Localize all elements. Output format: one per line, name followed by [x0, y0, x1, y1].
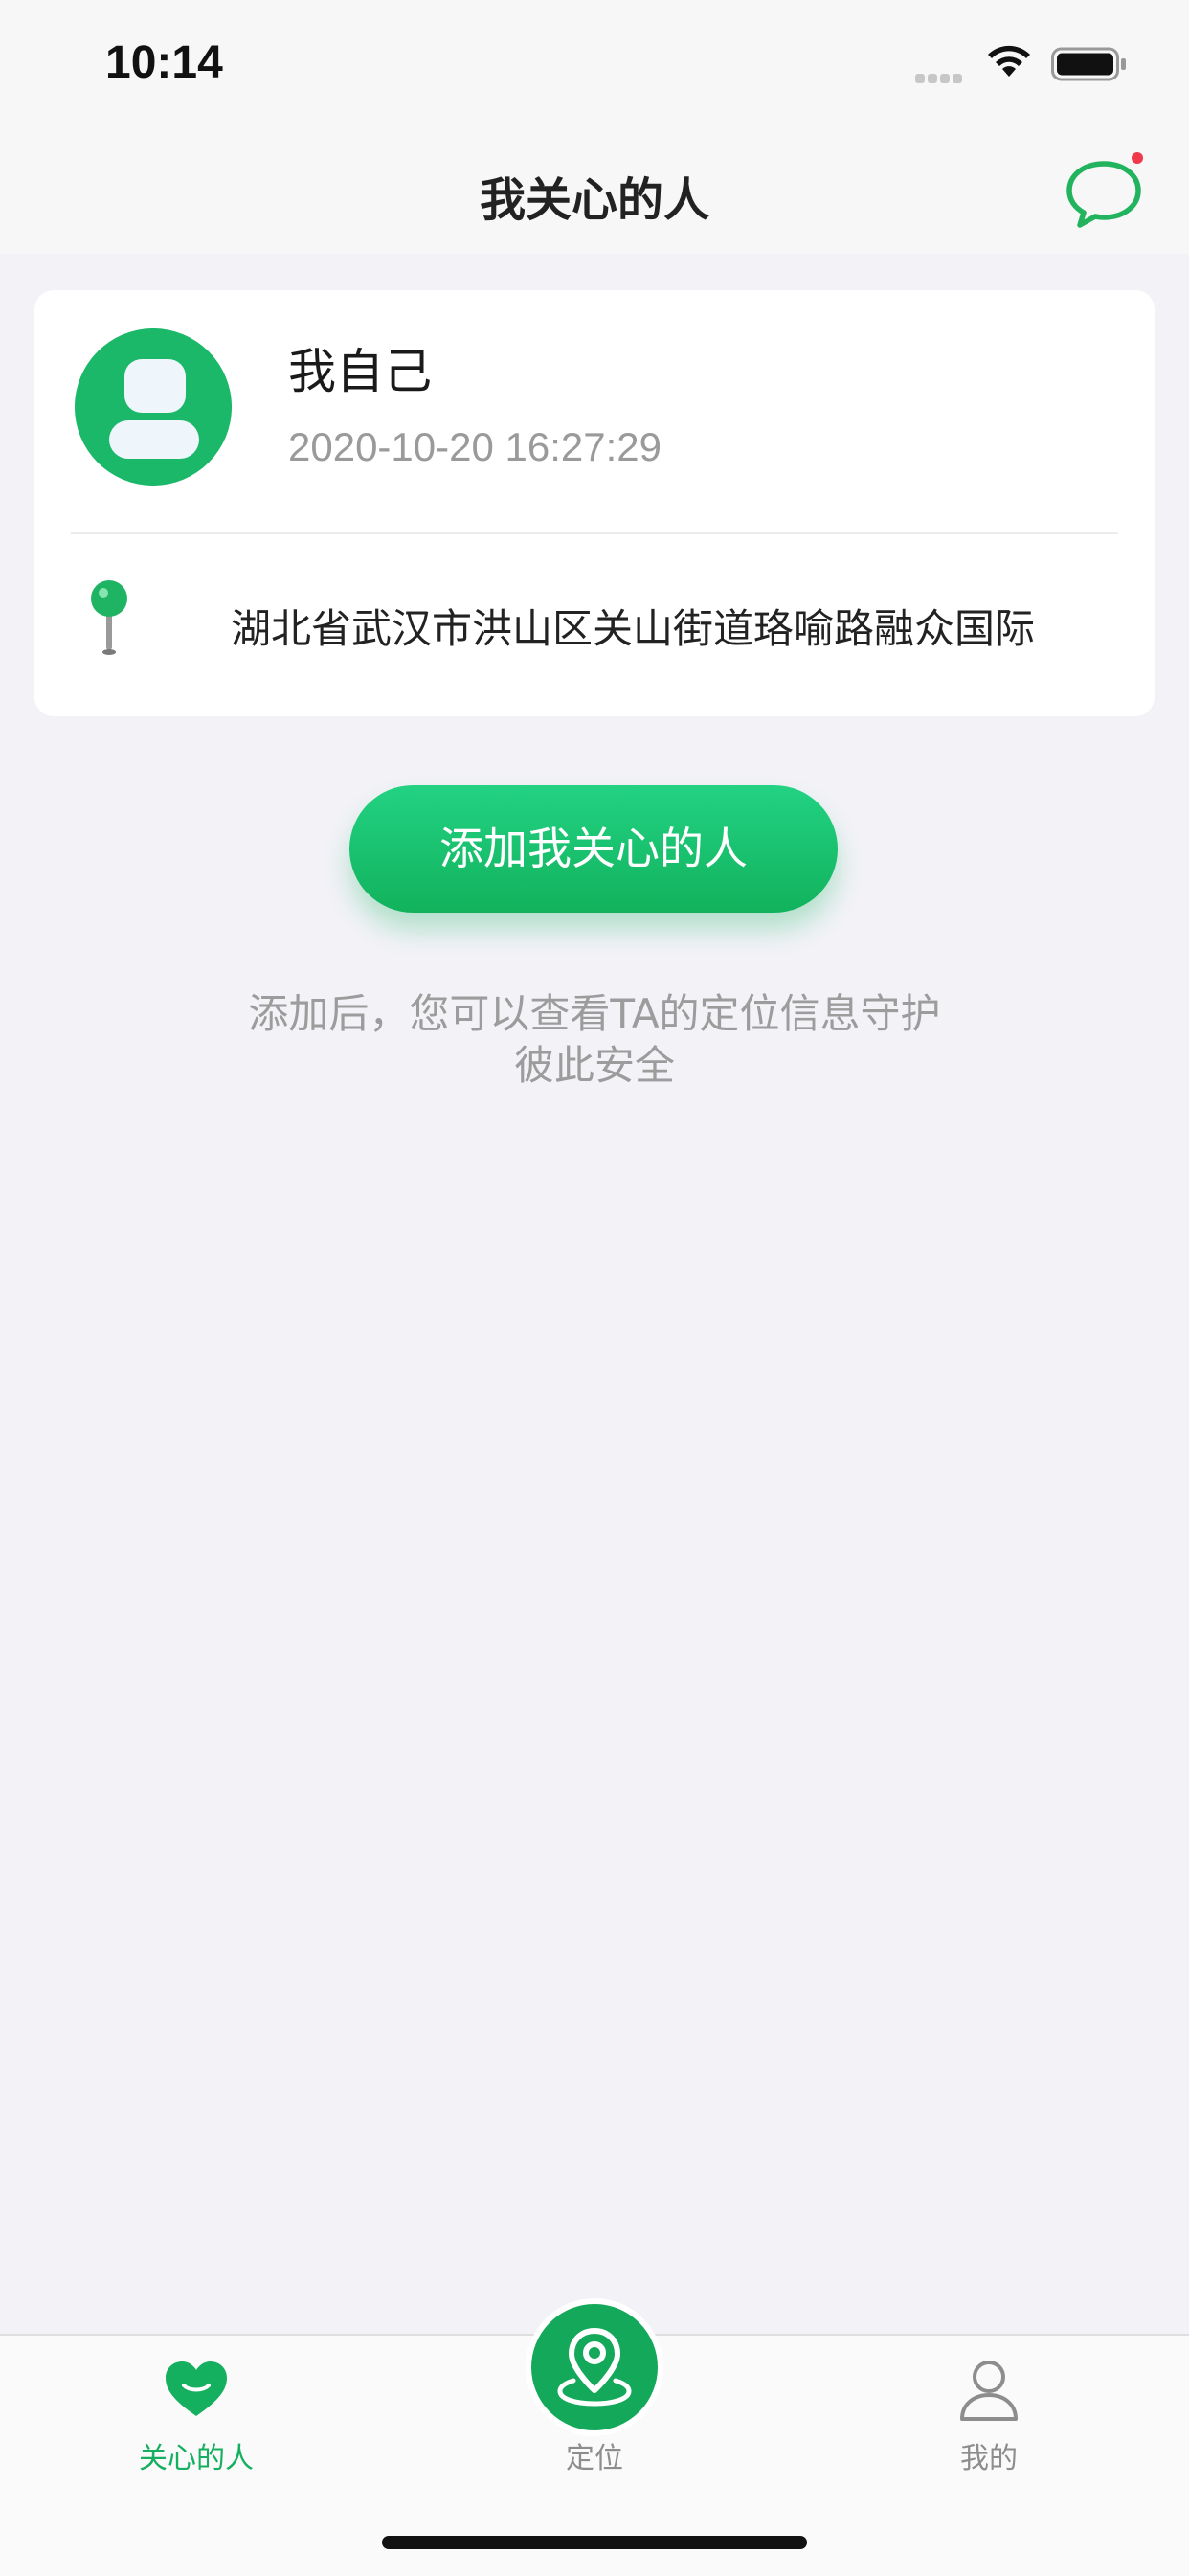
tab-label-mine: 我的 [960, 2442, 1018, 2475]
add-care-person-button[interactable]: 添加我关心的人 [349, 785, 838, 913]
divider [71, 532, 1118, 534]
battery-icon [1051, 47, 1126, 81]
last-update-time: 2020-10-20 16:27:29 [288, 424, 662, 469]
wifi-icon [988, 45, 1030, 77]
hint-text: 添加后，您可以查看TA的定位信息守护 彼此安全 [0, 988, 1189, 1092]
status-bar: 10:14 [0, 0, 1189, 129]
avatar [75, 328, 232, 486]
hint-line-2: 彼此安全 [513, 1042, 675, 1089]
tab-care-people[interactable]: 关心的人 [72, 2336, 321, 2489]
tab-mine[interactable]: 我的 [864, 2336, 1113, 2489]
nav-bar: 我关心的人 [0, 129, 1189, 254]
location-pin-icon [557, 2328, 632, 2407]
person-icon [960, 2361, 1018, 2421]
self-card[interactable]: 我自己 2020-10-20 16:27:29 湖北省武汉市洪山区关山街道珞喻路… [34, 290, 1155, 716]
location-center-button[interactable] [526, 2298, 663, 2436]
message-button[interactable] [1061, 147, 1147, 233]
signal-icon [915, 69, 969, 83]
person-name: 我自己 [288, 344, 432, 399]
heart-icon [166, 2361, 227, 2416]
tab-label-care: 关心的人 [139, 2442, 254, 2475]
hint-line-1: 添加后，您可以查看TA的定位信息守护 [248, 990, 941, 1037]
home-indicator [382, 2536, 807, 2549]
map-pin-icon [91, 580, 127, 655]
unread-badge [1132, 152, 1143, 164]
address-text: 湖北省武汉市洪山区关山街道珞喻路融众国际 [231, 605, 1036, 652]
status-time: 10:14 [105, 37, 223, 88]
tab-label-location: 定位 [566, 2442, 623, 2475]
page-title: 我关心的人 [479, 173, 709, 227]
